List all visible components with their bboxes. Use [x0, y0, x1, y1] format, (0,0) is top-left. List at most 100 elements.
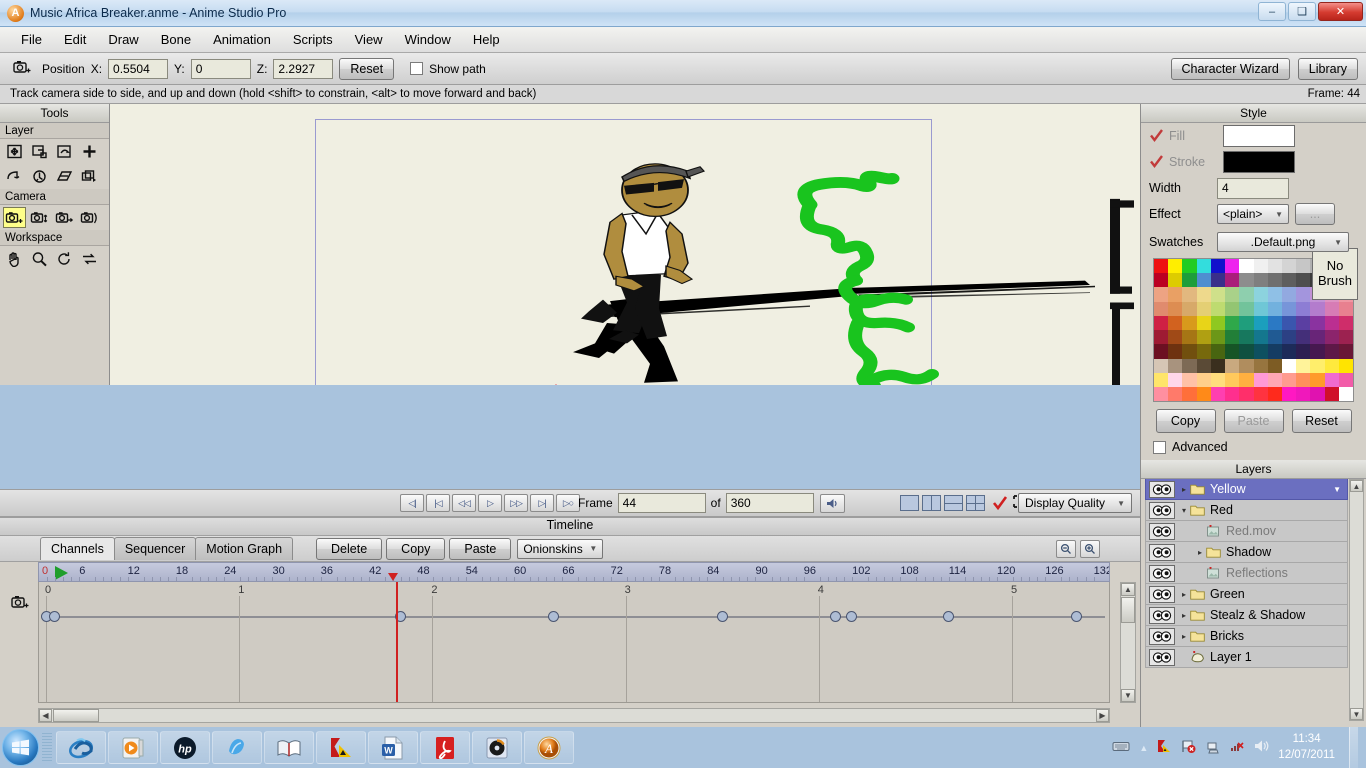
swatch-3-5[interactable]	[1225, 301, 1240, 316]
go-to-start-button[interactable]: ◁|	[400, 494, 424, 512]
swatch-7-0[interactable]	[1154, 358, 1169, 373]
swatch-9-0[interactable]	[1154, 386, 1169, 402]
swatch-6-10[interactable]	[1296, 344, 1311, 359]
menu-item-draw[interactable]: Draw	[97, 29, 149, 50]
swatch-3-7[interactable]	[1253, 301, 1268, 316]
step-back-button[interactable]: ◁◁	[452, 494, 476, 512]
swatch-9-8[interactable]	[1267, 386, 1282, 402]
swatch-3-6[interactable]	[1239, 301, 1254, 316]
swatch-2-0[interactable]	[1154, 287, 1169, 302]
keyframe-marker[interactable]	[1071, 611, 1083, 622]
swatch-2-7[interactable]	[1253, 287, 1268, 302]
swatch-2-8[interactable]	[1267, 287, 1282, 302]
start-button[interactable]	[2, 729, 39, 766]
swatch-6-1[interactable]	[1168, 344, 1183, 359]
swatch-1-7[interactable]	[1253, 273, 1268, 288]
swatch-9-3[interactable]	[1196, 386, 1211, 402]
swatch-4-4[interactable]	[1210, 315, 1226, 331]
swatch-9-9[interactable]	[1281, 386, 1297, 402]
layers-scroll-up-arrow[interactable]: ▲	[1350, 480, 1363, 492]
keyframe-marker[interactable]	[829, 611, 841, 622]
swatch-4-7[interactable]	[1253, 315, 1268, 331]
swatch-1-9[interactable]	[1281, 273, 1297, 288]
menu-item-view[interactable]: View	[344, 29, 394, 50]
swatch-2-2[interactable]	[1182, 287, 1197, 302]
swatch-3-0[interactable]	[1154, 301, 1169, 316]
keyframe-marker[interactable]	[717, 611, 729, 622]
swatch-0-7[interactable]	[1253, 259, 1268, 274]
swatch-7-6[interactable]	[1239, 358, 1254, 373]
keyframe-marker[interactable]	[942, 611, 954, 622]
pan-tilt-camera-tool[interactable]	[78, 207, 101, 228]
style-paste-button[interactable]: Paste	[1223, 409, 1284, 434]
swatch-3-12[interactable]	[1324, 301, 1339, 316]
swatch-4-13[interactable]	[1338, 315, 1354, 331]
swatch-1-0[interactable]	[1154, 273, 1169, 288]
menu-item-scripts[interactable]: Scripts	[282, 29, 344, 50]
single-view-button[interactable]	[900, 495, 919, 511]
swatch-9-12[interactable]	[1324, 386, 1339, 402]
swatch-8-5[interactable]	[1225, 372, 1240, 387]
swatch-6-13[interactable]	[1338, 344, 1354, 359]
swatch-6-12[interactable]	[1324, 344, 1339, 359]
timeline-delete-button[interactable]: Delete	[316, 537, 383, 560]
swatch-3-11[interactable]	[1310, 301, 1325, 316]
timeline-channel-area[interactable]: 0 1 2 3 4 5	[38, 582, 1110, 703]
character-wizard-button[interactable]: Character Wizard	[1170, 57, 1290, 80]
swatch-8-11[interactable]	[1310, 372, 1325, 387]
swatch-8-7[interactable]	[1253, 372, 1268, 387]
timeline-zoom-out-button[interactable]	[1056, 539, 1076, 558]
taskbar-anime-studio[interactable]: A	[524, 731, 574, 764]
quad-view-button[interactable]	[966, 495, 985, 511]
swatch-2-5[interactable]	[1225, 287, 1240, 302]
swatch-5-8[interactable]	[1267, 330, 1282, 345]
swatch-5-10[interactable]	[1296, 330, 1311, 345]
layer-row-red[interactable]: ▾ Red	[1145, 500, 1348, 521]
chevron-right-icon[interactable]: ▸	[1178, 590, 1190, 599]
track-camera-tool[interactable]	[3, 207, 26, 228]
swatch-2-4[interactable]	[1210, 287, 1226, 302]
swatch-6-7[interactable]	[1253, 344, 1268, 359]
swatch-5-2[interactable]	[1182, 330, 1197, 345]
shear-layer-tool[interactable]	[28, 166, 51, 187]
swatch-0-3[interactable]	[1196, 259, 1211, 274]
swatch-9-10[interactable]	[1296, 386, 1311, 402]
previous-keyframe-button[interactable]: |◁	[426, 494, 450, 512]
chevron-down-icon[interactable]: ▾	[1178, 506, 1190, 515]
swatch-7-7[interactable]	[1253, 358, 1268, 373]
stroke-color-swatch[interactable]	[1223, 151, 1295, 173]
keyframe-marker[interactable]	[548, 611, 560, 622]
swatch-7-13[interactable]	[1338, 358, 1354, 373]
chevron-right-icon[interactable]: ▸	[1178, 632, 1190, 641]
split-horizontal-view-button[interactable]	[944, 495, 963, 511]
timeline-ruler[interactable]: 0 6 12 18 24 30 36 42 48 54 60 66 72 78 84 90 96 102 108 1…	[38, 562, 1110, 582]
swatch-4-3[interactable]	[1196, 315, 1211, 331]
stroke-checkbox[interactable]	[1149, 155, 1163, 169]
swatch-3-8[interactable]	[1267, 301, 1282, 316]
swatch-7-8[interactable]	[1267, 358, 1282, 373]
layers-scroll-down-arrow[interactable]: ▼	[1350, 708, 1363, 720]
swatch-8-10[interactable]	[1296, 372, 1311, 387]
step-forward-button[interactable]: ▷▷	[504, 494, 528, 512]
no-brush-button[interactable]: No Brush	[1312, 248, 1358, 300]
fill-checkbox[interactable]	[1149, 129, 1163, 143]
swatch-3-10[interactable]	[1296, 301, 1311, 316]
ruler-playhead-marker[interactable]	[388, 573, 399, 581]
timeline-tab-sequencer[interactable]: Sequencer	[113, 537, 197, 560]
layers-scrollbar[interactable]: ▲ ▼	[1349, 479, 1364, 721]
scroll-thumb-horizontal[interactable]	[53, 709, 99, 722]
swatch-5-9[interactable]	[1281, 330, 1297, 345]
layer-visibility-icon[interactable]	[1149, 606, 1175, 624]
library-button[interactable]: Library	[1297, 57, 1358, 80]
swatch-0-0[interactable]	[1154, 259, 1169, 274]
swatch-0-4[interactable]	[1210, 259, 1226, 274]
translate-layer-tool[interactable]	[3, 141, 26, 162]
menu-item-animation[interactable]: Animation	[202, 29, 282, 50]
tray-show-hidden-icon[interactable]: ▲	[1139, 743, 1148, 753]
enable-view-checkmark-icon[interactable]	[992, 496, 1008, 511]
chevron-down-icon[interactable]: ▼	[1333, 485, 1347, 494]
swatch-7-1[interactable]	[1168, 358, 1183, 373]
swatch-8-6[interactable]	[1239, 372, 1254, 387]
swatch-4-2[interactable]	[1182, 315, 1197, 331]
scroll-thumb-vertical[interactable]	[1121, 597, 1135, 623]
